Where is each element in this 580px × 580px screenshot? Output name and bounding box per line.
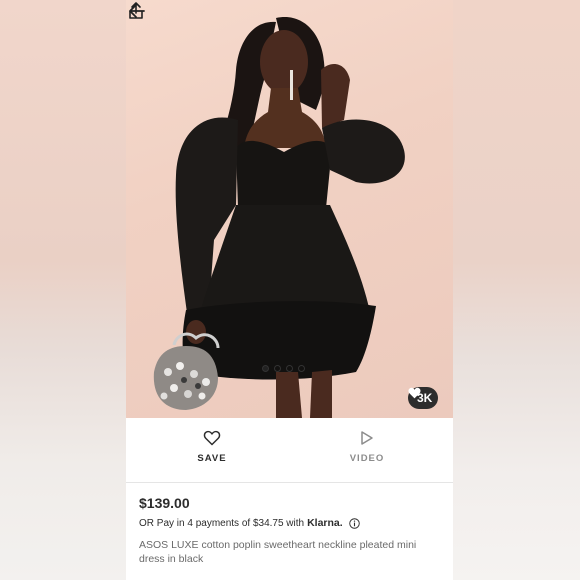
product-price: $139.00	[139, 495, 190, 511]
likes-badge[interactable]: 3K	[408, 387, 439, 409]
klarna-logo: Klarna.	[307, 517, 343, 529]
video-button[interactable]: VIDEO	[327, 430, 407, 464]
info-icon[interactable]	[348, 517, 360, 529]
play-icon	[361, 431, 373, 445]
save-button[interactable]: SAVE	[172, 430, 252, 464]
video-label: VIDEO	[349, 453, 385, 464]
gallery-dot-active[interactable]	[262, 365, 269, 372]
gallery-dot[interactable]	[298, 365, 305, 372]
gallery-pagination	[262, 365, 305, 372]
product-title: ASOS LUXE cotton poplin sweetheart neckl…	[139, 539, 417, 565]
gallery-dot[interactable]	[274, 365, 281, 372]
share-upload-icon[interactable]	[126, 0, 146, 22]
blurred-backdrop-right	[453, 0, 580, 580]
gallery-dot[interactable]	[286, 365, 293, 372]
save-label: SAVE	[197, 453, 227, 464]
heart-icon	[408, 387, 421, 399]
product-photo	[153, 17, 405, 418]
blurred-backdrop-left	[0, 0, 126, 580]
product-actions: SAVE VIDEO	[126, 418, 453, 483]
product-image-gallery[interactable]: 3K	[126, 0, 453, 418]
klarna-payment-info: OR Pay in 4 payments of $34.75 with Klar…	[139, 517, 360, 529]
payment-text: OR Pay in 4 payments of $34.75 with	[139, 517, 305, 529]
heart-outline-icon	[203, 430, 221, 446]
product-page: 3K SAVE VIDEO $139.00 OR Pay in 4 paymen…	[126, 0, 453, 580]
